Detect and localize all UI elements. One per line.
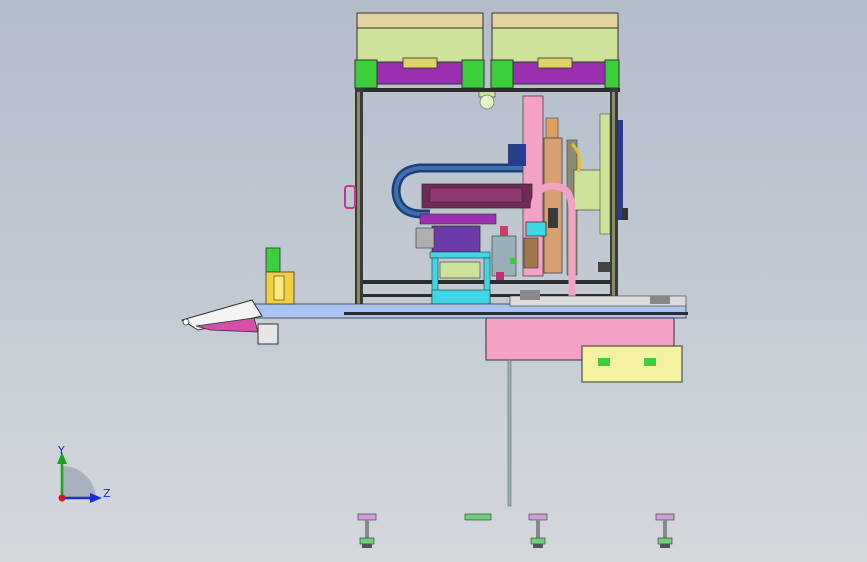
pink-base-block[interactable] (485, 317, 683, 507)
leveling-foot (655, 513, 675, 548)
floor-plate (464, 513, 492, 521)
leveling-foot (357, 513, 377, 548)
cad-viewport[interactable]: Y Z (0, 0, 867, 562)
coordinate-triad-icon: Y Z (57, 444, 111, 503)
y-axis-label: Y (57, 444, 65, 457)
z-axis-label: Z (103, 487, 111, 500)
leveling-foot (528, 513, 548, 548)
right-hopper[interactable] (490, 12, 620, 89)
left-hopper[interactable] (354, 12, 485, 89)
sensor-post[interactable] (265, 247, 295, 305)
assembly-drawing[interactable]: Y Z (0, 0, 867, 562)
